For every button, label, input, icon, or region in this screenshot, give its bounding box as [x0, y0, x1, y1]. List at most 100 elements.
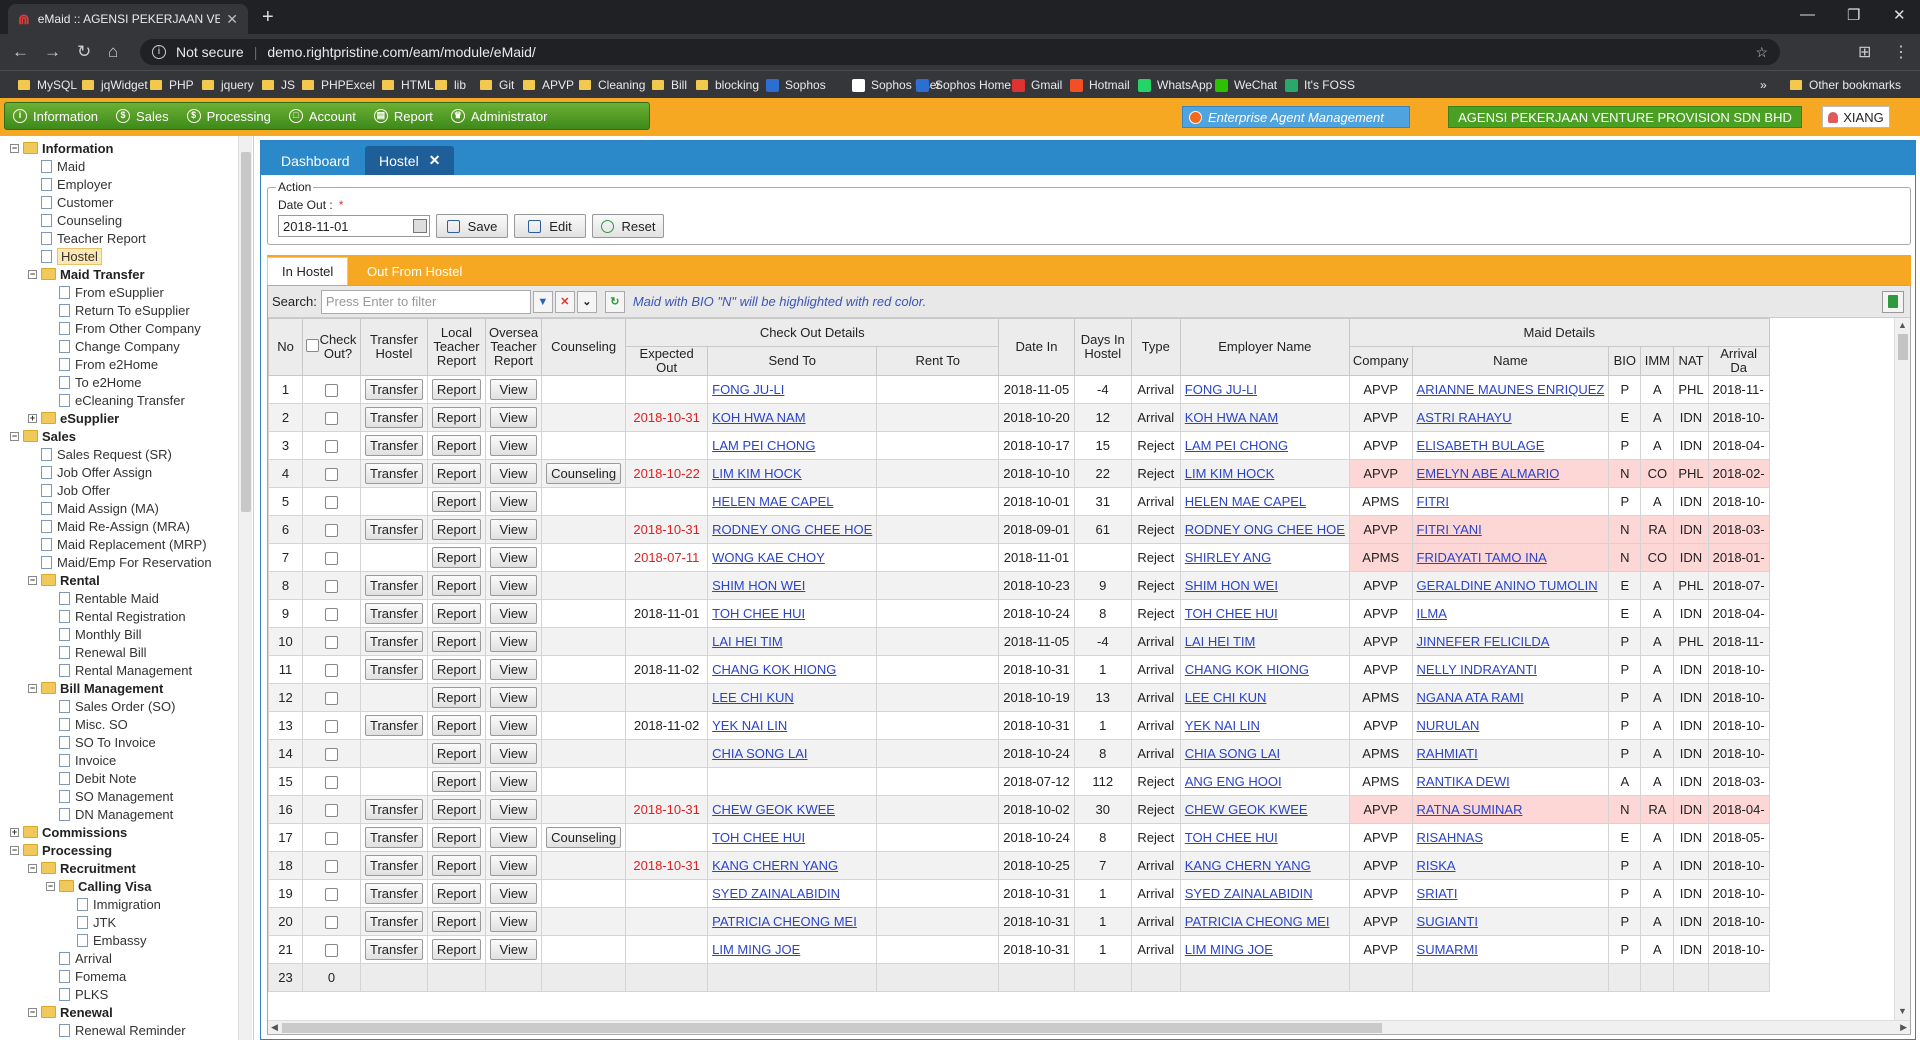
home-icon[interactable]: ⌂: [108, 42, 118, 62]
bookmark-item[interactable]: blocking: [696, 78, 759, 92]
check-out-checkbox[interactable]: [325, 552, 338, 566]
check-out-checkbox[interactable]: [325, 580, 338, 594]
maid-name-link[interactable]: FITRI YANI: [1417, 522, 1482, 537]
tab-dashboard[interactable]: Dashboard: [267, 146, 364, 175]
local-report-button[interactable]: Report: [431, 771, 481, 792]
table-row[interactable]: 15 Report View 2018-07-12 112 Reject ANG ENG H…: [268, 767, 1770, 796]
new-tab-icon[interactable]: +: [262, 6, 274, 29]
check-out-checkbox[interactable]: [325, 748, 338, 762]
expand-icon[interactable]: +: [10, 827, 19, 837]
check-out-checkbox[interactable]: [325, 832, 338, 846]
edit-button[interactable]: Edit: [514, 214, 586, 238]
bookmark-item[interactable]: Git: [480, 78, 514, 92]
check-out-checkbox[interactable]: [325, 720, 338, 734]
col-counseling[interactable]: Counseling: [541, 318, 627, 376]
sidebar-item[interactable]: Maid: [41, 157, 85, 175]
employer-link[interactable]: SHIRLEY ANG: [1185, 550, 1271, 565]
col-expected-out[interactable]: Expected Out: [625, 346, 709, 376]
bookmark-item[interactable]: Gmail: [1012, 78, 1062, 92]
transfer-button[interactable]: Transfer: [365, 379, 423, 400]
calendar-icon[interactable]: [413, 219, 427, 233]
local-report-button[interactable]: Report: [431, 855, 481, 876]
local-report-button[interactable]: Report: [431, 659, 481, 680]
maid-name-link[interactable]: NURULAN: [1417, 718, 1480, 733]
view-report-button[interactable]: View: [489, 827, 538, 848]
send-to-link[interactable]: SHIM HON WEI: [712, 578, 805, 593]
sidebar-item[interactable]: − Renewal: [28, 1003, 113, 1021]
employer-link[interactable]: KANG CHERN YANG: [1185, 858, 1311, 873]
send-to-link[interactable]: TOH CHEE HUI: [712, 830, 805, 845]
tab-hostel[interactable]: Hostel ✕: [365, 146, 455, 175]
collapse-icon[interactable]: −: [10, 143, 19, 153]
employer-link[interactable]: LAM PEI CHONG: [1185, 438, 1288, 453]
maid-name-link[interactable]: FRIDAYATI TAMO INA: [1417, 550, 1547, 565]
transfer-button[interactable]: Transfer: [365, 659, 423, 680]
table-row[interactable]: 16 Transfer Report View 2018-10-31 CHEW GEOK …: [268, 795, 1770, 824]
sidebar-item[interactable]: From e2Home: [59, 355, 158, 373]
sidebar-item[interactable]: Immigration: [77, 895, 161, 913]
bookmark-star-icon[interactable]: ☆: [1755, 44, 1768, 61]
view-report-button[interactable]: View: [489, 379, 538, 400]
sidebar-item[interactable]: + eSupplier: [28, 409, 119, 427]
table-row[interactable]: 11 Transfer Report View 2018-11-02 CHANG KOK …: [268, 655, 1770, 684]
transfer-button[interactable]: Transfer: [365, 883, 423, 904]
table-row[interactable]: 1 Transfer Report View FONG JU-LI 2018-11-05-…: [268, 375, 1770, 404]
sidebar-item[interactable]: + Commissions: [10, 823, 127, 841]
scroll-left-icon[interactable]: ◀: [271, 1022, 278, 1033]
sidebar-item[interactable]: Sales Request (SR): [41, 445, 172, 463]
maid-name-link[interactable]: RISKA: [1417, 858, 1456, 873]
sidebar-item[interactable]: Return To eSupplier: [59, 301, 190, 319]
expand-icon[interactable]: +: [28, 413, 37, 423]
sidebar-item[interactable]: Arrival: [59, 949, 112, 967]
table-row[interactable]: 18 Transfer Report View 2018-10-31 KANG CHERN…: [268, 851, 1770, 880]
col-transfer-hostel[interactable]: Transfer Hostel: [360, 318, 428, 376]
check-out-checkbox[interactable]: [325, 944, 338, 958]
menu-information[interactable]: i Information: [13, 109, 98, 124]
table-row[interactable]: 10 Transfer Report View LAI HEI TIM 2018-11-0…: [268, 627, 1770, 656]
maid-name-link[interactable]: ELISABETH BULAGE: [1417, 438, 1545, 453]
check-out-checkbox[interactable]: [325, 524, 338, 538]
employer-link[interactable]: LAI HEI TIM: [1185, 634, 1256, 649]
menu-sales[interactable]: $ Sales: [116, 109, 169, 124]
reload-icon[interactable]: ↻: [77, 42, 91, 62]
save-button[interactable]: Save: [436, 214, 508, 238]
bookmark-item[interactable]: MySQL: [18, 78, 77, 92]
sidebar-item[interactable]: Sales Order (SO): [59, 697, 175, 715]
bookmark-item[interactable]: WeChat: [1215, 78, 1277, 92]
sidebar-item[interactable]: − Processing: [10, 841, 112, 859]
sidebar-item[interactable]: − Information: [10, 139, 114, 157]
browser-menu-icon[interactable]: ⋮: [1893, 42, 1909, 62]
bookmark-item[interactable]: It's FOSS: [1285, 78, 1355, 92]
local-report-button[interactable]: Report: [431, 939, 481, 960]
send-to-link[interactable]: KANG CHERN YANG: [712, 858, 838, 873]
filter-icon[interactable]: ▼: [532, 290, 553, 313]
send-to-link[interactable]: RODNEY ONG CHEE HOE: [712, 522, 872, 537]
send-to-link[interactable]: LIM KIM HOCK: [712, 466, 802, 481]
table-row[interactable]: 4 Transfer Report View Counseling 2018-10-22 L…: [268, 459, 1770, 488]
col-days-in-hostel[interactable]: Days In Hostel: [1073, 318, 1132, 376]
maid-name-link[interactable]: RATNA SUMINAR: [1417, 802, 1523, 817]
sidebar-item[interactable]: Customer: [41, 193, 113, 211]
send-to-link[interactable]: HELEN MAE CAPEL: [712, 494, 833, 509]
view-report-button[interactable]: View: [489, 463, 538, 484]
collapse-icon[interactable]: −: [28, 1007, 37, 1017]
col-send-to[interactable]: Send To: [707, 346, 878, 376]
collapse-icon[interactable]: −: [28, 575, 37, 585]
bookmark-item[interactable]: Bill: [652, 78, 687, 92]
bookmark-item[interactable]: Sophos Home: [916, 78, 1011, 92]
maid-name-link[interactable]: ILMA: [1417, 606, 1447, 621]
maid-name-link[interactable]: JINNEFER FELICILDA: [1417, 634, 1550, 649]
restore-icon[interactable]: ❐: [1847, 6, 1860, 24]
employer-link[interactable]: FONG JU-LI: [1185, 382, 1257, 397]
scroll-up-icon[interactable]: ▲: [1898, 320, 1907, 330]
collapse-icon[interactable]: −: [28, 863, 37, 873]
bookmark-item[interactable]: HTML: [382, 78, 434, 92]
bookmark-item[interactable]: lib: [435, 78, 466, 92]
employer-link[interactable]: PATRICIA CHEONG MEI: [1185, 914, 1330, 929]
sidebar-item[interactable]: To e2Home: [59, 373, 141, 391]
bookmark-item[interactable]: PHPExcel: [302, 78, 375, 92]
col-check-out[interactable]: Check Out?: [302, 318, 361, 376]
send-to-link[interactable]: LAM PEI CHONG: [712, 438, 815, 453]
sidebar-item[interactable]: − Sales: [10, 427, 76, 445]
check-out-checkbox[interactable]: [325, 664, 338, 678]
